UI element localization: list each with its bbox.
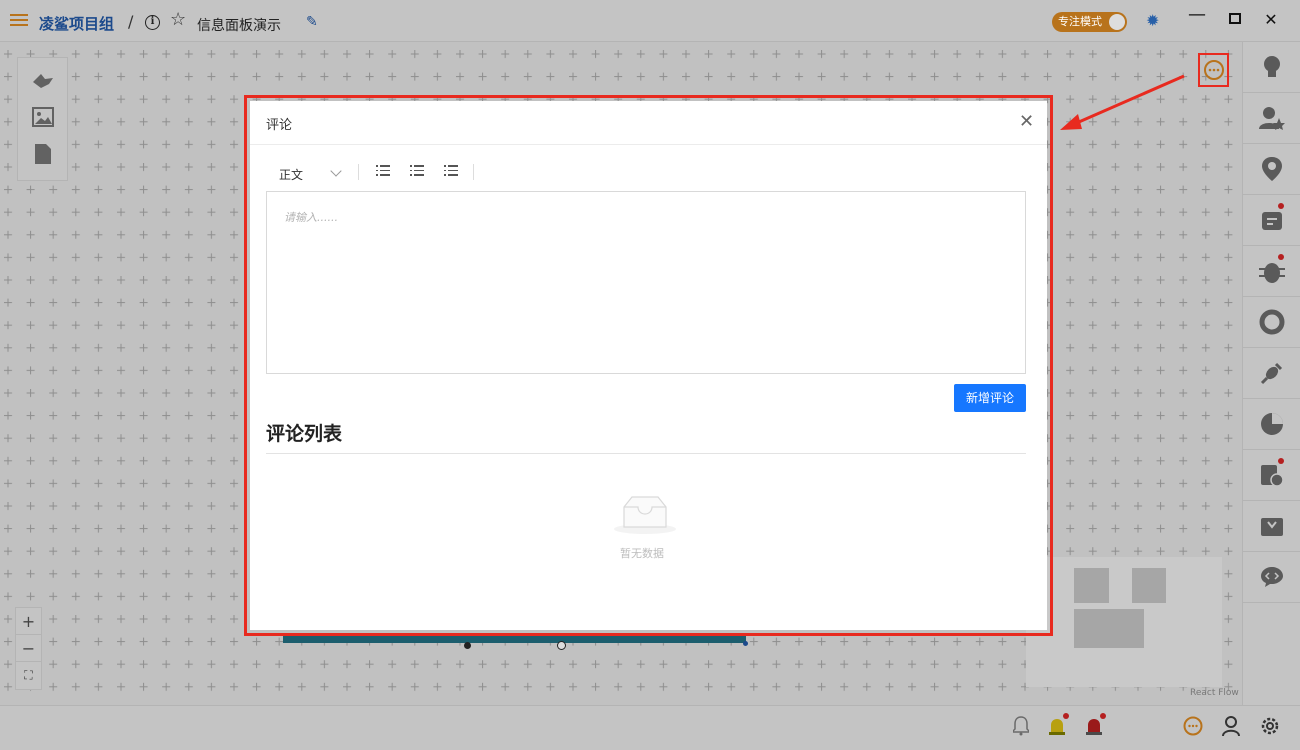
card-icon[interactable] — [1243, 195, 1300, 246]
window-close-button[interactable]: ✕ — [1262, 10, 1280, 29]
user-icon[interactable] — [1222, 716, 1240, 741]
title-bar: 凌鲨项目组 / i ☆ 信息面板演示 ✎ 专注模式 ✹ — ✕ — [0, 0, 1300, 42]
ordered-list-icon[interactable] — [410, 165, 424, 177]
status-bar — [0, 705, 1300, 750]
minimap-node — [1074, 568, 1109, 603]
ring-icon[interactable] — [1243, 297, 1300, 348]
notification-dot — [1278, 458, 1284, 464]
toolbar-divider — [473, 164, 474, 180]
editor-toolbar: 正文 — [266, 161, 1026, 185]
toggle-knob — [1109, 14, 1125, 30]
project-name-link[interactable]: 凌鲨项目组 — [39, 13, 114, 34]
node-handle[interactable] — [464, 642, 471, 649]
text-format-select[interactable]: 正文 — [279, 166, 303, 183]
menu-icon[interactable] — [10, 11, 28, 29]
notification-dot — [1278, 254, 1284, 260]
user-star-icon[interactable] — [1243, 93, 1300, 144]
list-divider — [266, 453, 1026, 454]
breadcrumb-separator: / — [128, 12, 134, 31]
download-icon[interactable] — [1243, 501, 1300, 552]
alarm-yellow-icon[interactable] — [1047, 713, 1069, 741]
minimize-button[interactable]: — — [1188, 4, 1206, 25]
modal-title: 评论 — [266, 118, 293, 133]
image-icon[interactable] — [31, 107, 55, 131]
comment-modal: 评论 ✕ 正文 请输入...... 新增评论 评论列表 暂无数据 — [250, 101, 1047, 630]
gear-icon[interactable] — [1260, 716, 1280, 741]
editor-placeholder: 请输入...... — [284, 211, 338, 224]
notification-dot — [1278, 203, 1284, 209]
annotation-arrow — [1060, 74, 1185, 130]
alarm-red-icon[interactable] — [1084, 713, 1106, 741]
minimap-node — [1074, 609, 1144, 648]
modal-header: 评论 ✕ — [250, 101, 1047, 145]
comment-list-heading: 评论列表 — [266, 423, 343, 445]
debug-icon[interactable]: ✹ — [1146, 11, 1159, 30]
node-handle[interactable] — [743, 641, 748, 646]
bulb-icon[interactable] — [1243, 42, 1300, 93]
board-name: 信息面板演示 — [197, 18, 281, 34]
close-icon[interactable]: ✕ — [1019, 111, 1034, 132]
notification-dot — [1063, 713, 1069, 719]
pie-chart-icon[interactable] — [1243, 399, 1300, 450]
location-icon[interactable] — [1243, 144, 1300, 195]
shark-icon[interactable] — [31, 70, 55, 94]
maximize-button[interactable] — [1226, 10, 1244, 28]
add-comment-button[interactable]: 新增评论 — [954, 384, 1026, 412]
comment-icon[interactable] — [1183, 716, 1203, 741]
bug-icon[interactable] — [1243, 246, 1300, 297]
minimap[interactable] — [1026, 557, 1222, 687]
zoom-controls: + − ⛶ — [15, 607, 42, 690]
toolbar-divider — [358, 164, 359, 180]
node-connector[interactable] — [557, 641, 566, 650]
bullet-list-icon[interactable] — [376, 165, 390, 177]
empty-state-text: 暂无数据 — [620, 547, 664, 560]
code-chat-icon[interactable] — [1243, 552, 1300, 603]
empty-inbox-icon — [614, 496, 676, 534]
comment-editor[interactable]: 请输入...... — [266, 191, 1026, 374]
right-sidebar — [1242, 42, 1300, 705]
zoom-in-button[interactable]: + — [16, 608, 41, 635]
left-toolbox — [17, 57, 68, 181]
react-flow-attribution[interactable]: React Flow — [1190, 688, 1239, 698]
fit-view-button[interactable]: ⛶ — [16, 662, 41, 689]
document-icon[interactable] — [31, 143, 55, 167]
notification-dot — [1100, 713, 1106, 719]
task-list-icon[interactable] — [444, 165, 458, 177]
chevron-down-icon[interactable] — [330, 165, 342, 177]
focus-mode-toggle[interactable]: 专注模式 — [1052, 12, 1127, 32]
focus-mode-label: 专注模式 — [1058, 15, 1102, 28]
info-icon[interactable]: i — [145, 15, 160, 30]
doc-clock-icon[interactable] — [1243, 450, 1300, 501]
plug-icon[interactable] — [1243, 348, 1300, 399]
star-icon[interactable]: ☆ — [170, 9, 186, 30]
minimap-node — [1132, 568, 1166, 603]
zoom-out-button[interactable]: − — [16, 635, 41, 662]
edit-icon[interactable]: ✎ — [306, 14, 318, 30]
bell-icon[interactable] — [1012, 716, 1030, 741]
